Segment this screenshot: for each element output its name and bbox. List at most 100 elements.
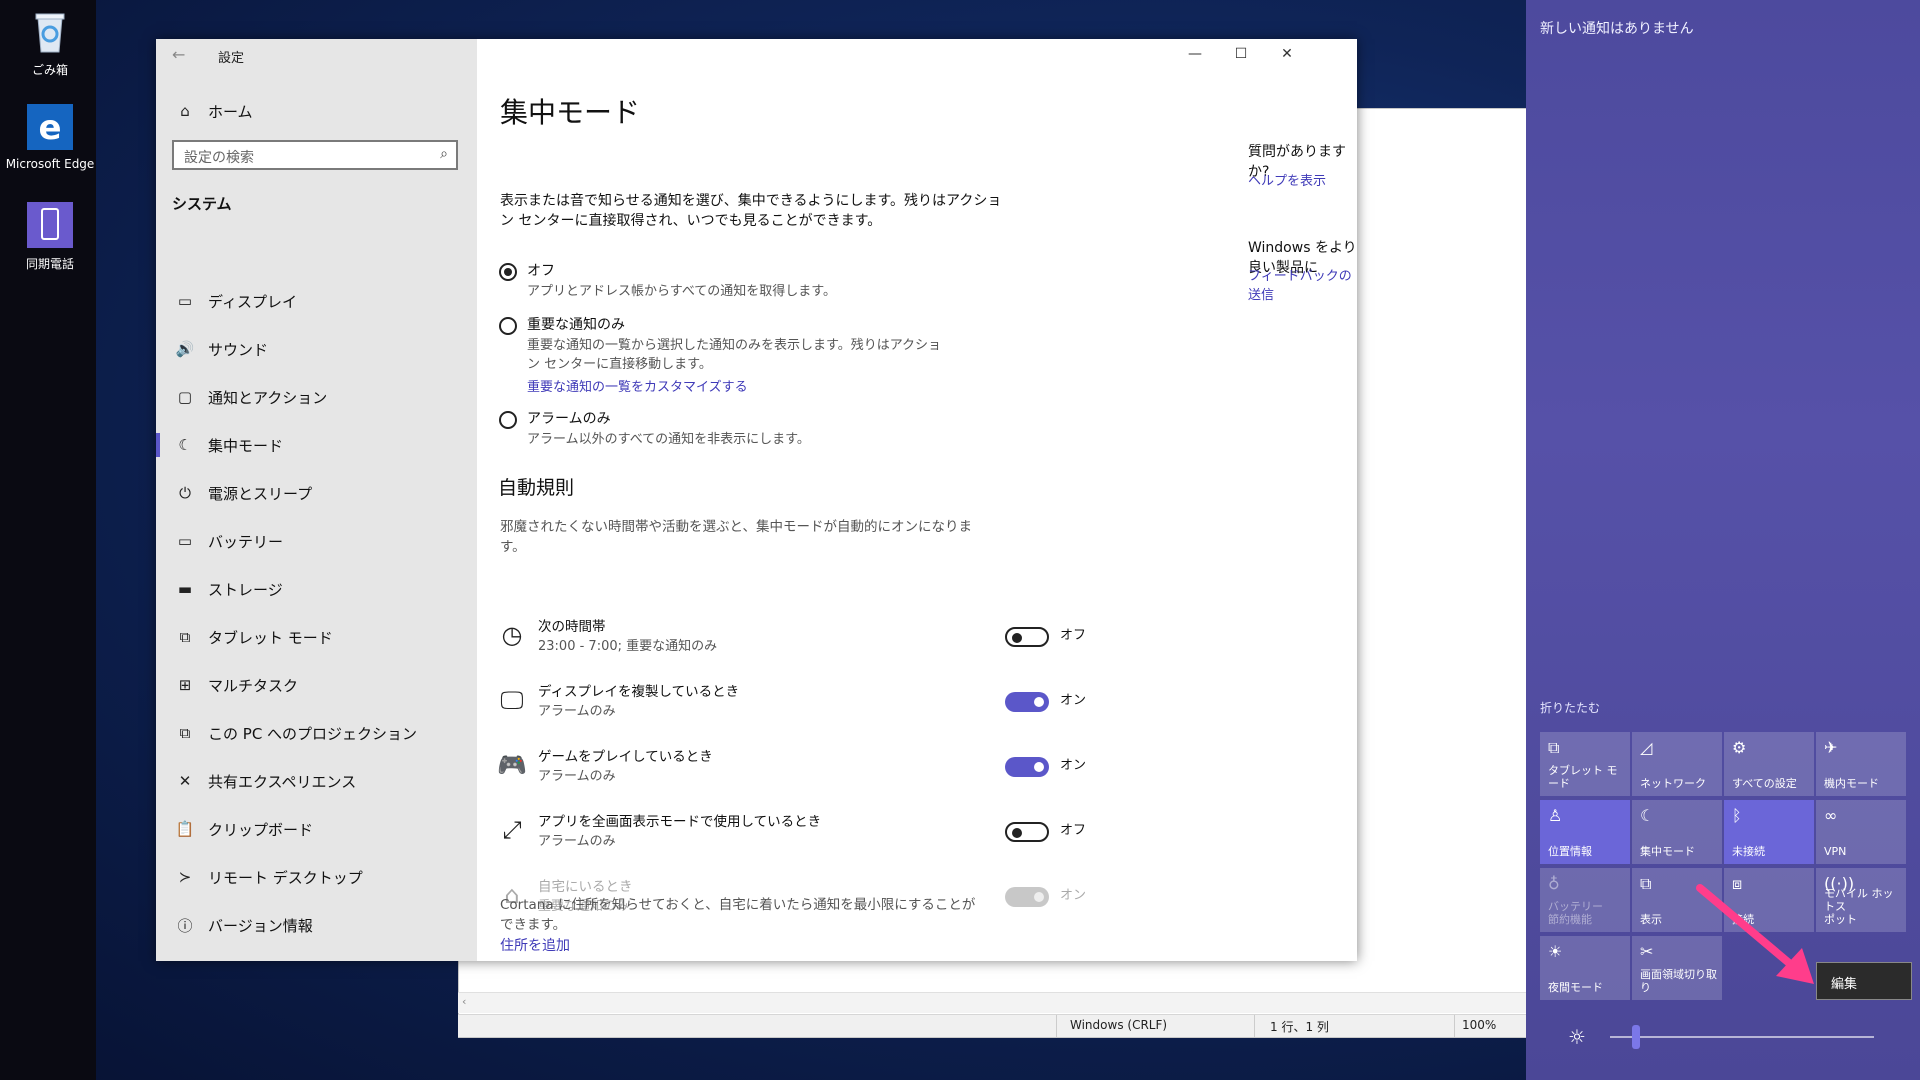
option-alarms-label: アラームのみ	[527, 411, 611, 427]
add-address-link[interactable]: 住所を追加	[500, 935, 570, 955]
notification-icon: ▢	[177, 388, 193, 406]
nav-item-5[interactable]: ⏻ 電源とスリープ	[156, 469, 477, 517]
fullscreen-icon: ⤢	[502, 816, 522, 844]
rule-toggle[interactable]	[1005, 627, 1049, 647]
desktop-icon-recycle-bin[interactable]: ごみ箱	[2, 8, 98, 78]
rule-toggle[interactable]	[1005, 822, 1049, 842]
quick-action-tile[interactable]: ♁ バッテリー 節約機能	[1540, 868, 1630, 932]
option-off-desc: アプリとアドレス帳からすべての通知を取得します。	[527, 284, 837, 299]
display-icon: ▭	[177, 292, 193, 310]
rule-title[interactable]: アプリを全画面表示モードで使用しているとき	[538, 812, 821, 832]
auto-rules-title: 自動規則	[498, 477, 575, 499]
quick-action-tile[interactable]: ◿ ネットワーク	[1632, 732, 1722, 796]
notepad-horizontal-scrollbar[interactable]: ‹	[458, 992, 1528, 1013]
nav-item-11[interactable]: ✕ 共有エクスペリエンス	[156, 757, 477, 805]
cortana-text-line: Cortana に住所を知らせておくと、自宅に着いたら通知を最小限にすることが	[500, 897, 976, 913]
rule-subtitle: アラームのみ	[538, 704, 616, 719]
status-position: 1 行、1 列	[1270, 1020, 1329, 1034]
radio-priority-only[interactable]	[499, 317, 517, 335]
rule-title[interactable]: ゲームをプレイしているとき	[538, 747, 713, 767]
back-arrow-icon[interactable]: ←	[172, 45, 185, 64]
battery-icon: ▭	[177, 532, 193, 550]
brightness-slider[interactable]	[1610, 1025, 1874, 1049]
quick-action-tile[interactable]: ☾ 集中モード	[1632, 800, 1722, 864]
rule-toggle[interactable]	[1005, 757, 1049, 777]
desktop-icon-phone[interactable]: 同期電話	[2, 202, 98, 272]
nav-item-8[interactable]: ⧉ タブレット モード	[156, 613, 477, 661]
nav-item-2[interactable]: 🔊 サウンド	[156, 325, 477, 373]
nav-item-7[interactable]: ▬ ストレージ	[156, 565, 477, 613]
brightness-slider-thumb[interactable]	[1632, 1025, 1641, 1049]
status-encoding: Windows (CRLF)	[1070, 1018, 1168, 1032]
night-light-icon: ☀	[1548, 942, 1563, 961]
nav-item-3[interactable]: ▢ 通知とアクション	[156, 373, 477, 421]
option-priority-desc: 重要な通知の一覧から選択した通知のみを表示します。残りはアクショ ン センターに…	[527, 336, 941, 374]
settings-window: ← 設定 ⌂ ホーム 設定の検索 ⌕ システム ▭ ディスプレイ 🔊 サウンド ▢ 通知と…	[156, 39, 1357, 961]
quick-action-tile[interactable]: ∞ VPN	[1816, 800, 1906, 864]
radio-alarms-only[interactable]	[499, 411, 517, 429]
radio-off[interactable]	[499, 263, 517, 281]
help-link[interactable]: ヘルプを表示	[1248, 170, 1326, 189]
page-title: 集中モード	[500, 96, 641, 129]
customize-priority-link[interactable]: 重要な通知の一覧をカスタマイズする	[527, 376, 748, 395]
nav-item-label: サウンド	[208, 340, 269, 359]
brightness-icon: ☼	[1568, 1025, 1586, 1049]
nav-item-1[interactable]: ▭ ディスプレイ	[156, 277, 477, 325]
tile-label: VPN	[1824, 845, 1847, 858]
rule-title[interactable]: ディスプレイを複製しているとき	[538, 682, 739, 702]
nav-item-6[interactable]: ▭ バッテリー	[156, 517, 477, 565]
toggle-knob	[1034, 697, 1044, 707]
rule-title[interactable]: 自宅にいるとき	[538, 877, 633, 897]
settings-search-input[interactable]: 設定の検索 ⌕	[172, 140, 458, 170]
no-notifications-text: 新しい通知はありません	[1540, 21, 1694, 37]
quick-action-tile[interactable]: ☀ 夜間モード	[1540, 936, 1630, 1000]
nav-item-13[interactable]: ≻ リモート デスクトップ	[156, 853, 477, 901]
status-divider	[1254, 1015, 1255, 1037]
quick-action-tile[interactable]: ♙ 位置情報	[1540, 800, 1630, 864]
rule-title[interactable]: 次の時間帯	[538, 617, 606, 637]
settings-gear-icon: ⚙	[1732, 738, 1747, 757]
edit-button[interactable]: 編集	[1816, 962, 1912, 1000]
tile-label: タブレット モード	[1548, 764, 1618, 790]
nav-item-label: 集中モード	[208, 436, 284, 455]
nav-selected-indicator	[156, 433, 160, 457]
nav-item-9[interactable]: ⊞ マルチタスク	[156, 661, 477, 709]
rule-state-label: オフ	[1060, 628, 1087, 643]
sound-icon: 🔊	[175, 340, 195, 358]
feedback-link[interactable]: フィードバックの送信	[1248, 265, 1357, 303]
quick-action-tile[interactable]: ✈ 機内モード	[1816, 732, 1906, 796]
toggle-knob	[1034, 892, 1044, 902]
snip-icon: ✂	[1640, 942, 1654, 961]
option-alarms-desc: アラーム以外のすべての通知を非表示にします。	[527, 432, 810, 447]
nav-home[interactable]: ⌂ ホーム	[156, 87, 477, 135]
scroll-left-icon[interactable]: ‹	[462, 995, 466, 1008]
toggle-knob	[1012, 633, 1022, 643]
rule-toggle	[1005, 887, 1049, 907]
nav-item-4[interactable]: ☾ 集中モード	[156, 421, 477, 469]
projection-icon: ⧉	[179, 724, 191, 742]
nav-item-10[interactable]: ⧉ この PC へのプロジェクション	[156, 709, 477, 757]
status-divider	[1056, 1015, 1057, 1037]
collapse-link[interactable]: 折りたたむ	[1540, 699, 1600, 716]
quick-action-tile[interactable]: ⚙ すべての設定	[1724, 732, 1814, 796]
minimize-icon[interactable]: —	[1172, 39, 1218, 69]
quick-action-tile[interactable]: ⧉ タブレット モード	[1540, 732, 1630, 796]
nav-item-14[interactable]: ⓘ バージョン情報	[156, 901, 477, 949]
rule-state-label: オン	[1060, 888, 1087, 903]
search-icon[interactable]: ⌕	[440, 146, 448, 162]
vpn-icon: ∞	[1824, 806, 1838, 825]
annotation-arrow	[1696, 884, 1814, 984]
close-icon[interactable]: ✕	[1264, 39, 1310, 69]
desktop-icon-label: Microsoft Edge	[5, 157, 95, 171]
tile-label: 夜間モード	[1548, 981, 1603, 994]
nav-item-label: マルチタスク	[208, 676, 299, 695]
nav-item-label: この PC へのプロジェクション	[208, 724, 418, 743]
nav-item-12[interactable]: 📋 クリップボード	[156, 805, 477, 853]
nav-item-label: クリップボード	[208, 820, 314, 839]
option-priority-desc-line: 重要な通知の一覧から選択した通知のみを表示します。残りはアクショ	[527, 338, 942, 353]
maximize-icon[interactable]: ☐	[1218, 39, 1264, 69]
quick-action-tile[interactable]: ((·)) モバイル ホットス ポット	[1816, 868, 1906, 932]
rule-toggle[interactable]	[1005, 692, 1049, 712]
quick-action-tile[interactable]: ᛒ 未接続	[1724, 800, 1814, 864]
desktop-icon-edge[interactable]: e Microsoft Edge	[2, 104, 98, 171]
